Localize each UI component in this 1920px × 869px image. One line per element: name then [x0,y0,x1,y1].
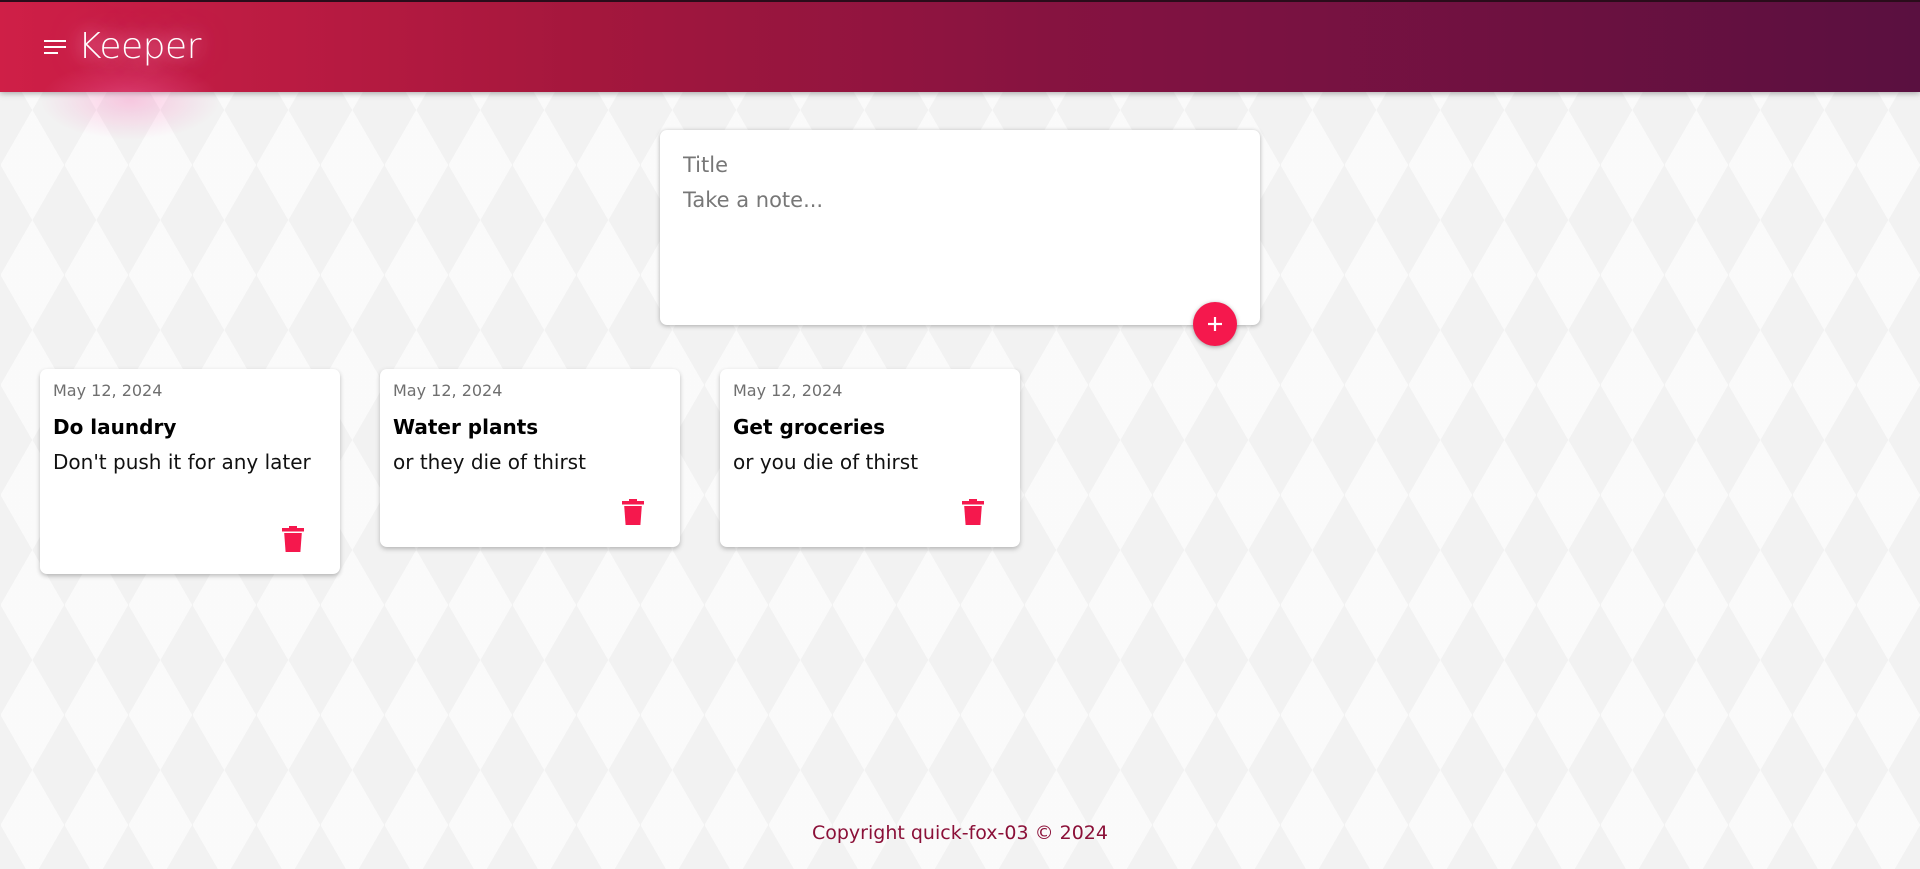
note-content: or you die of thirst [733,450,919,474]
note-content-input[interactable] [683,188,1223,288]
note-card: May 12, 2024 Do laundry Don't push it fo… [40,369,340,574]
note-content: Don't push it for any later [53,450,311,474]
add-note-button[interactable] [1193,302,1237,346]
delete-note-button[interactable] [962,499,984,525]
trash-icon [282,526,304,552]
delete-note-button[interactable] [622,499,644,525]
note-title: Do laundry [53,415,177,439]
app-title: Keeper [78,26,201,67]
create-note-form [660,130,1260,325]
plus-icon [1208,317,1222,331]
note-date: May 12, 2024 [53,381,163,400]
note-date: May 12, 2024 [733,381,843,400]
trash-icon [622,499,644,525]
footer-copyright: Copyright quick-fox-03 © 2024 [811,822,1108,844]
note-card: May 12, 2024 Get groceries or you die of… [720,369,1020,547]
note-title: Get groceries [733,415,886,439]
app-header: Keeper [0,0,1920,92]
menu-icon[interactable] [44,40,66,58]
note-title: Water plants [393,415,539,439]
delete-note-button[interactable] [282,526,304,552]
note-date: May 12, 2024 [393,381,503,400]
trash-icon [962,499,984,525]
note-content: or they die of thirst [393,450,586,474]
note-title-input[interactable] [683,150,1223,180]
note-card: May 12, 2024 Water plants or they die of… [380,369,680,547]
